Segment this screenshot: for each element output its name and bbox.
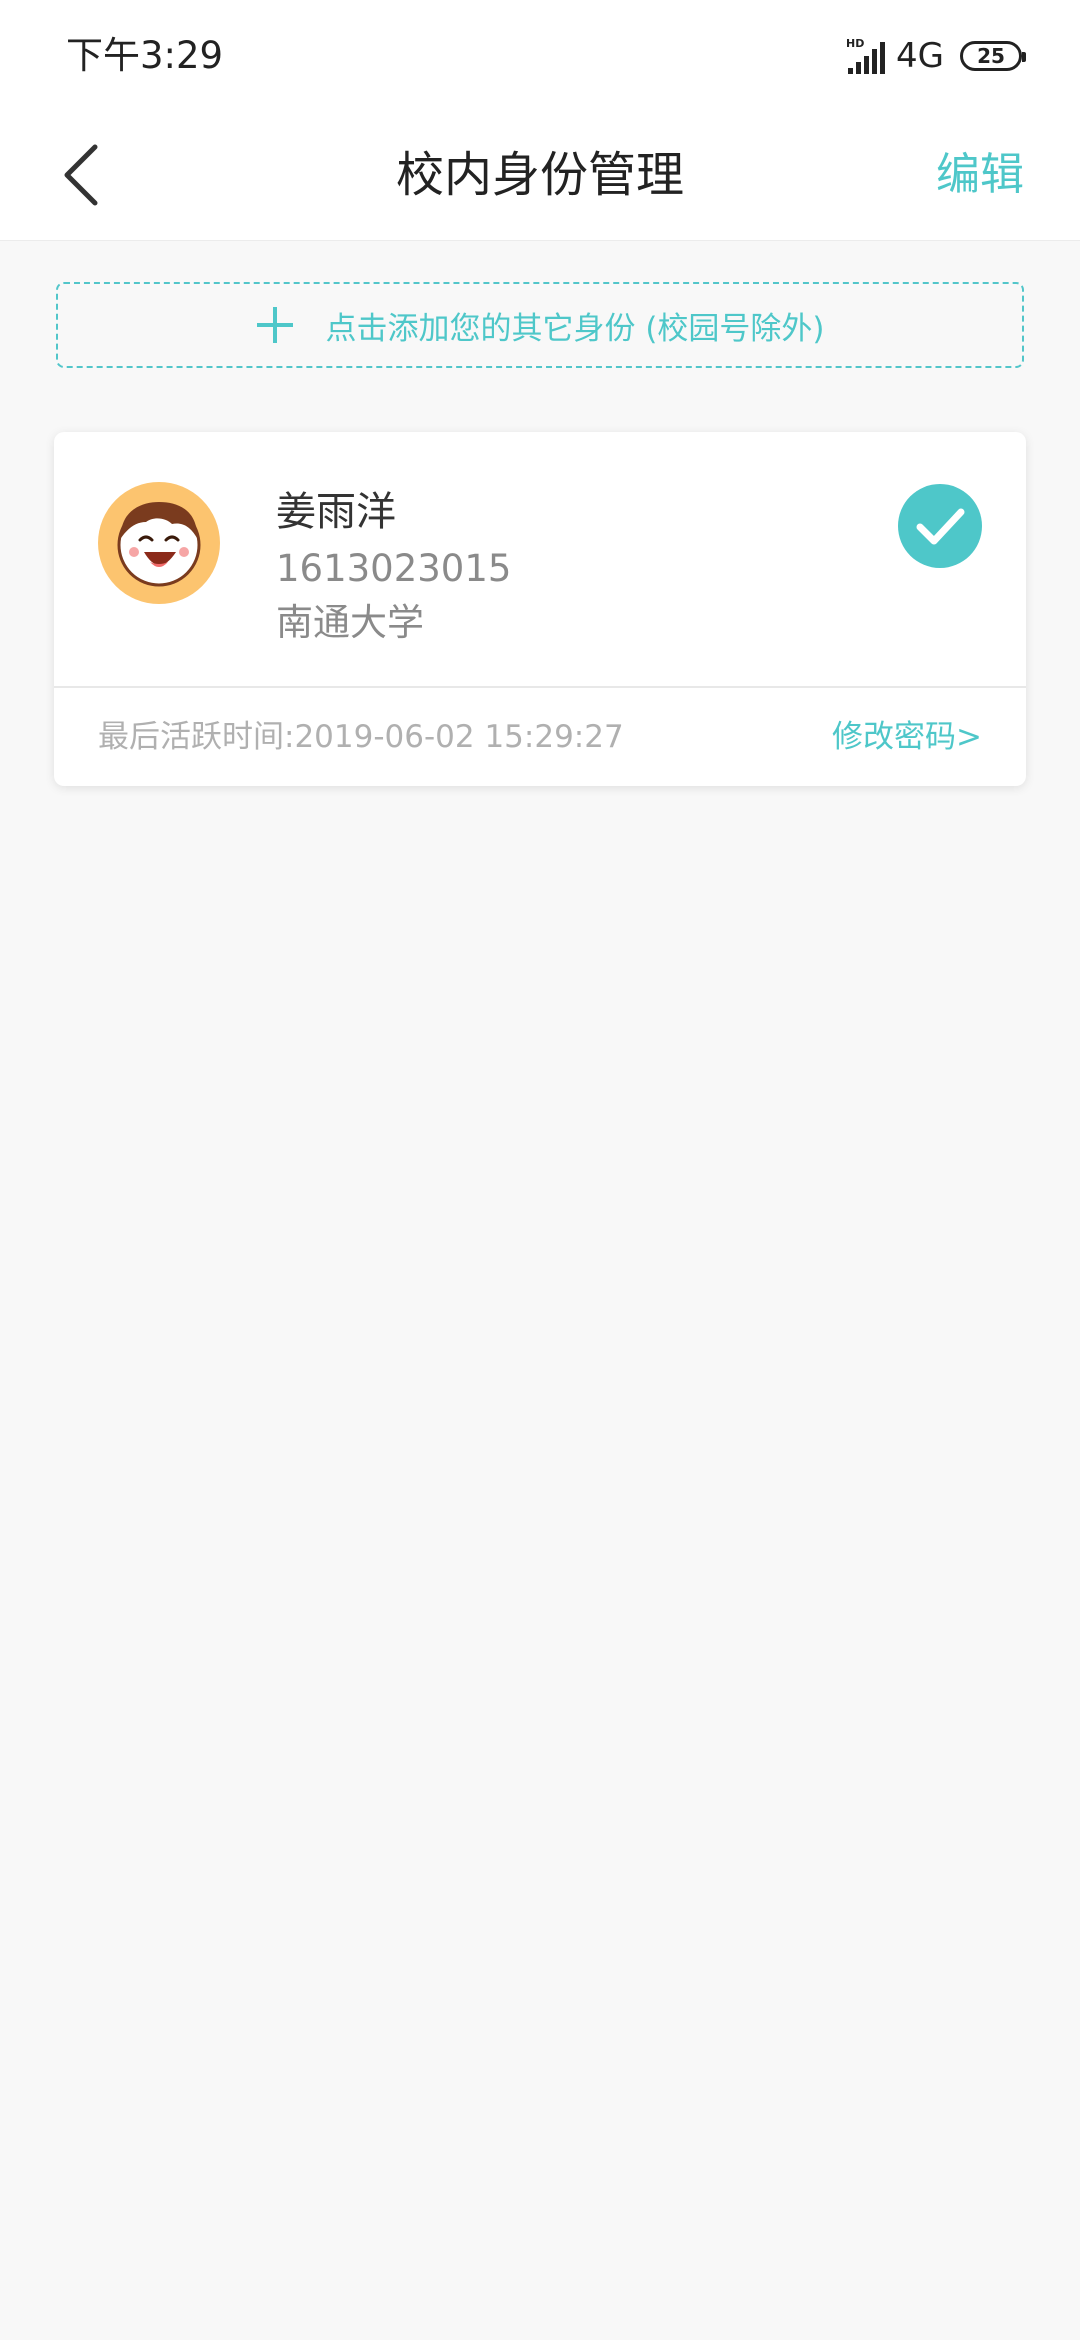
plus-icon	[257, 307, 294, 343]
identity-card-body: 姜雨洋 1613023015 南通大学	[54, 432, 1026, 688]
status-indicators: HD 4G 25	[846, 32, 1026, 80]
identity-card[interactable]: 姜雨洋 1613023015 南通大学 最后活跃时间:2019-06-02 15…	[54, 432, 1026, 786]
back-button[interactable]	[46, 140, 116, 210]
add-identity-button[interactable]: 点击添加您的其它身份 (校园号除外)	[56, 282, 1024, 368]
status-bar: 下午3:29 HD 4G 25	[0, 0, 1080, 110]
battery-level: 25	[977, 44, 1005, 68]
chevron-left-icon	[64, 144, 98, 206]
avatar	[98, 482, 220, 604]
last-active-time: 最后活跃时间:2019-06-02 15:29:27	[98, 719, 624, 755]
nav-bar: 校内身份管理 编辑	[0, 110, 1080, 241]
change-password-link[interactable]: 修改密码>	[832, 688, 982, 786]
identity-name: 姜雨洋	[276, 489, 396, 535]
identity-student-id: 1613023015	[276, 547, 512, 590]
network-type: 4G	[896, 36, 944, 76]
identity-school: 南通大学	[276, 601, 424, 644]
add-identity-label: 点击添加您的其它身份 (校园号除外)	[325, 310, 825, 347]
signal-icon: HD	[846, 37, 886, 74]
status-time: 下午3:29	[66, 34, 224, 77]
edit-button[interactable]: 编辑	[936, 110, 1024, 240]
identity-card-footer: 最后活跃时间:2019-06-02 15:29:27 修改密码>	[54, 688, 1026, 786]
check-circle-icon[interactable]	[898, 484, 982, 568]
page-title: 校内身份管理	[395, 147, 684, 203]
svg-text:HD: HD	[846, 37, 864, 50]
battery-icon: 25	[960, 41, 1026, 71]
